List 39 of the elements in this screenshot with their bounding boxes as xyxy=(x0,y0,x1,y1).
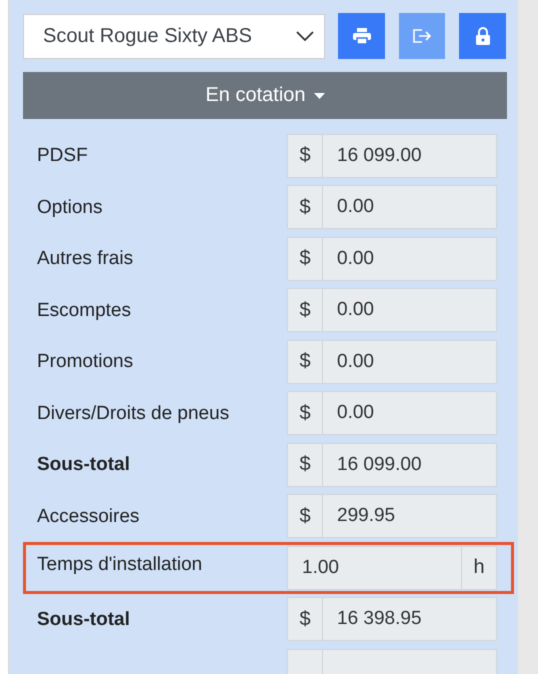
currency-label: $ xyxy=(287,340,323,384)
field-label: Accessoires xyxy=(37,506,140,528)
lock-icon xyxy=(476,27,490,45)
currency-label: $ xyxy=(287,288,323,332)
amount-field[interactable]: 0.00 xyxy=(323,236,497,281)
status-dropdown-button[interactable]: En cotation xyxy=(23,72,507,119)
currency-label: $ xyxy=(287,597,323,642)
field-label: Sous-total xyxy=(37,608,130,630)
currency-label: $ xyxy=(287,442,323,487)
field-label: PDSF xyxy=(37,145,88,167)
currency-label: $ xyxy=(287,391,323,436)
amount-field[interactable]: 299.95 xyxy=(323,494,497,538)
model-select[interactable]: Scout Rogue Sixty ABS xyxy=(23,14,326,58)
unit-label: h xyxy=(461,546,497,590)
field-label: Autres frais xyxy=(37,248,134,270)
field-label: Escomptes xyxy=(37,300,131,322)
currency-label: $ xyxy=(287,494,323,538)
lock-button[interactable] xyxy=(459,13,506,59)
amount-field[interactable]: 16 099.00 xyxy=(323,134,497,178)
amount-field[interactable]: 16 099.00 xyxy=(323,442,497,487)
chevron-icon xyxy=(296,31,314,41)
field-label: Divers/Droits de pneus xyxy=(37,402,230,424)
hours-field[interactable]: 1.00 xyxy=(287,546,461,590)
field-label: Options xyxy=(37,196,102,218)
amount-field[interactable]: 0.00 xyxy=(323,340,497,384)
amount-field[interactable]: 0.00 xyxy=(323,185,497,230)
currency-label: $ xyxy=(287,134,323,178)
currency-label: $ xyxy=(287,185,323,230)
currency-label: $ xyxy=(287,236,323,281)
field-label: Promotions xyxy=(37,351,134,373)
field-label: Sous-total xyxy=(37,454,130,476)
print-button[interactable] xyxy=(338,13,385,59)
caret-icon xyxy=(314,92,325,98)
exit-icon xyxy=(412,28,432,44)
amount-field[interactable]: 0.00 xyxy=(323,391,497,436)
print-icon xyxy=(352,28,371,44)
amount-field[interactable]: 16 398.95 xyxy=(323,597,497,642)
field-label: Temps d'installation xyxy=(37,554,202,576)
amount-field[interactable]: 0.00 xyxy=(323,288,497,332)
